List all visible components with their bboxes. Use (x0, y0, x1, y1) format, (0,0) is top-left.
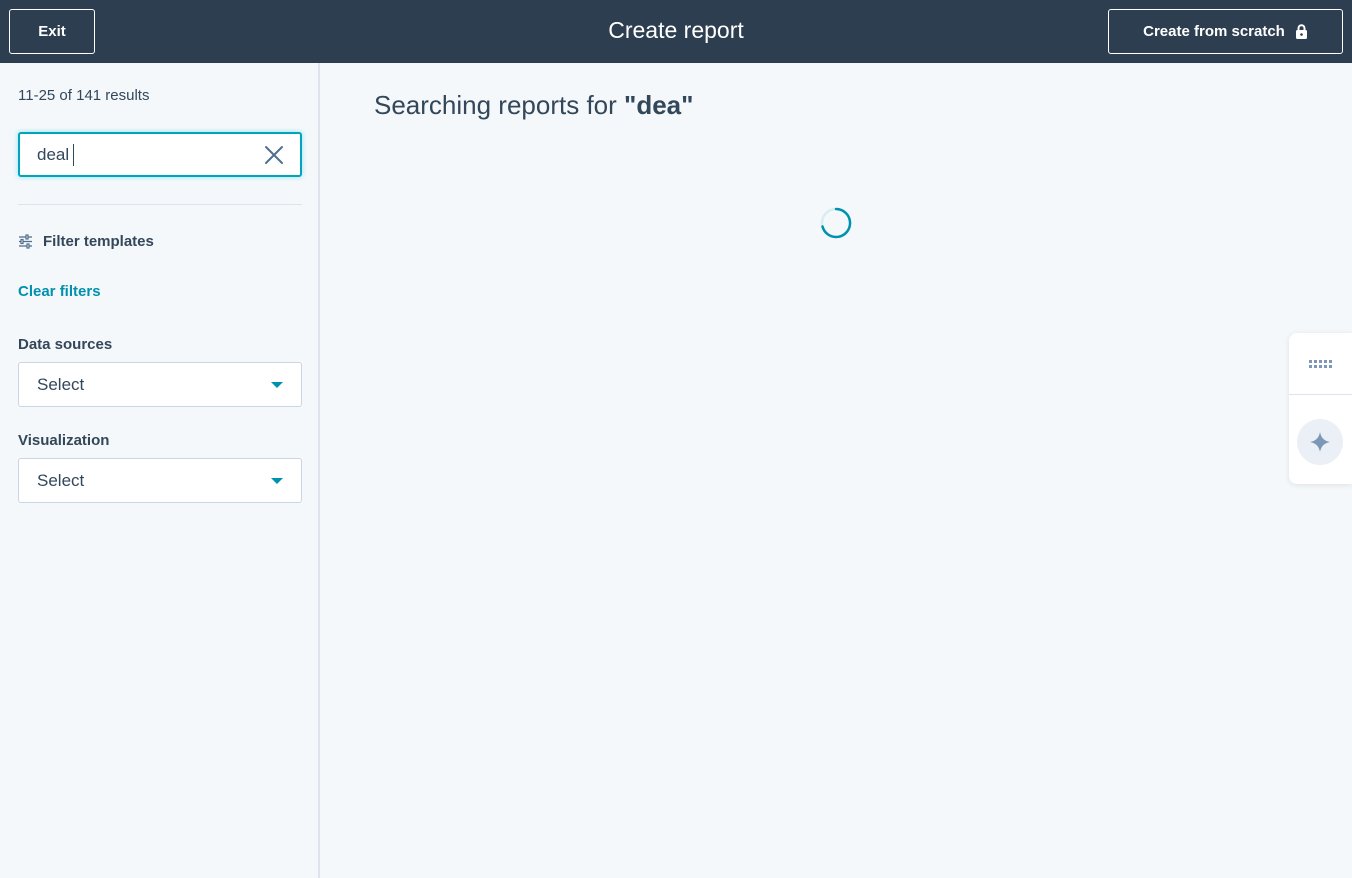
filter-templates-label: Filter templates (43, 233, 154, 250)
grid-icon (1308, 359, 1332, 368)
filter-templates-heading: Filter templates (18, 233, 154, 250)
apps-button[interactable] (1289, 333, 1352, 395)
filter-sidebar: 11-25 of 141 results Filter templates Cl… (0, 63, 320, 878)
create-from-scratch-button[interactable]: Create from scratch (1108, 9, 1343, 54)
spinner-icon (820, 207, 852, 239)
data-sources-value: Select (37, 375, 85, 394)
chevron-down-icon (271, 382, 283, 388)
sparkle-icon (1310, 432, 1330, 452)
data-sources-label: Data sources (18, 336, 113, 353)
visualization-select[interactable]: Select (18, 458, 302, 503)
text-cursor (73, 144, 74, 166)
results-count: 11-25 of 141 results (18, 87, 150, 104)
main-content: Searching reports for "dea" (322, 63, 1352, 878)
side-tools-panel (1289, 333, 1352, 484)
data-sources-select[interactable]: Select (18, 362, 302, 407)
search-field[interactable] (18, 132, 302, 177)
visualization-value: Select (37, 471, 85, 490)
search-input[interactable] (37, 143, 257, 167)
sliders-icon (19, 234, 32, 249)
ai-assistant-button[interactable] (1297, 419, 1343, 465)
close-icon[interactable] (264, 145, 284, 165)
divider (18, 204, 302, 205)
search-heading-query: "dea" (624, 90, 694, 120)
create-from-scratch-label: Create from scratch (1143, 23, 1285, 40)
visualization-label: Visualization (18, 432, 110, 449)
chevron-down-icon (271, 478, 283, 484)
lock-icon (1295, 24, 1307, 39)
top-bar: Exit Create report Create from scratch (0, 0, 1352, 63)
search-results-heading: Searching reports for "dea" (374, 90, 693, 121)
search-heading-prefix: Searching reports for (374, 90, 625, 120)
clear-filters-link[interactable]: Clear filters (18, 283, 101, 300)
